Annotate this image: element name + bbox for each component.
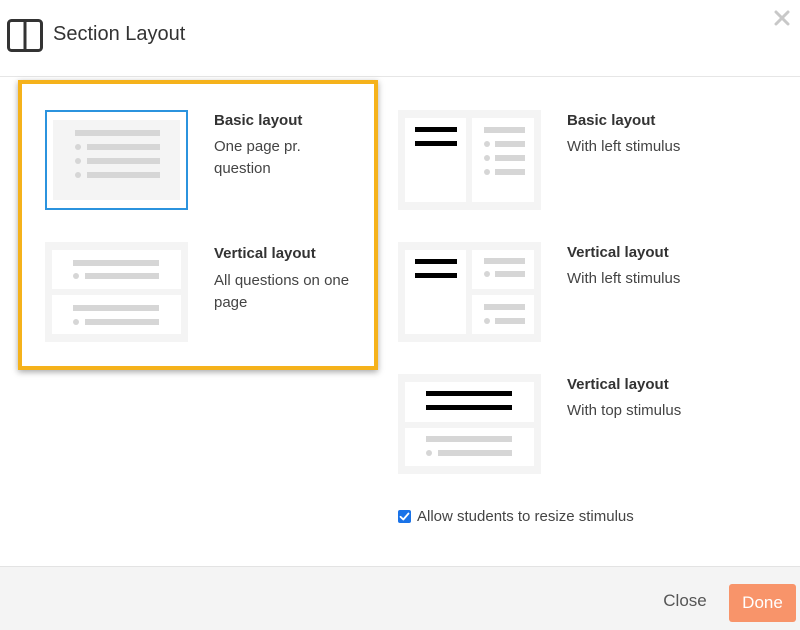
layout-thumbnail-basic-left-stimulus [398, 110, 541, 210]
close-button[interactable]: Close [650, 586, 720, 616]
layout-option-title: Vertical layout [214, 245, 316, 262]
layout-option-vertical-left-stimulus[interactable]: Vertical layout With left stimulus [398, 242, 718, 342]
layout-option-title: Vertical layout [567, 244, 669, 261]
layout-option-title: Vertical layout [567, 376, 669, 393]
layout-option-title: Basic layout [567, 112, 656, 129]
layout-option-description: All questions on one page [214, 272, 350, 311]
layout-thumbnail-vertical-left-stimulus [398, 242, 541, 342]
layout-thumbnail-vertical [45, 242, 188, 342]
layout-option-title: Basic layout [214, 112, 303, 129]
resize-stimulus-checkbox[interactable] [398, 510, 411, 523]
layout-option-description: With left stimulus [567, 138, 681, 155]
done-button[interactable]: Done [729, 584, 796, 622]
layout-option-description: With left stimulus [567, 270, 681, 287]
layout-option-vertical[interactable]: Vertical layout All questions on one pag… [45, 242, 365, 342]
layout-thumbnail-vertical-top-stimulus [398, 374, 541, 474]
layout-option-basic[interactable]: Basic layout One page pr. question [45, 110, 365, 210]
layout-option-description: One page pr. question [214, 138, 301, 177]
dialog-header: Section Layout [0, 0, 800, 77]
dialog-title: Section Layout [53, 23, 186, 45]
dialog-footer: Close Done [0, 566, 800, 630]
layout-thumbnail-basic [45, 110, 188, 210]
columns-layout-icon [7, 19, 43, 52]
layout-option-vertical-top-stimulus[interactable]: Vertical layout With top stimulus [398, 374, 718, 474]
layout-option-description: With top stimulus [567, 402, 682, 419]
close-icon[interactable] [774, 10, 790, 26]
layout-option-basic-left-stimulus[interactable]: Basic layout With left stimulus [398, 110, 718, 210]
resize-stimulus-label: Allow students to resize stimulus [417, 508, 634, 525]
check-icon [399, 512, 410, 521]
resize-stimulus-checkbox-row[interactable]: Allow students to resize stimulus [398, 508, 634, 525]
